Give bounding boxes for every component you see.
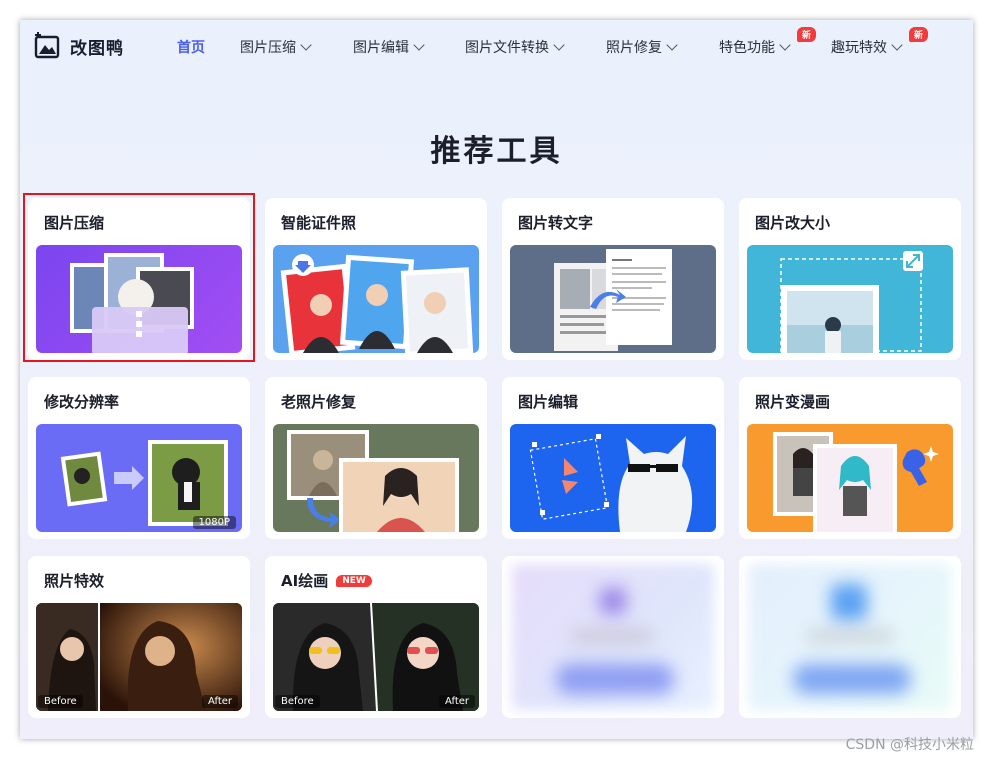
nav-file-convert[interactable]: 图片文件转换 <box>465 37 565 57</box>
new-tag: NEW <box>336 574 372 587</box>
tool-card-cartoon[interactable]: 照片变漫画 <box>739 377 961 539</box>
tool-card-resize[interactable]: 图片改大小 <box>739 198 961 360</box>
chevron-down-icon <box>891 39 903 51</box>
tool-card-ai-drawing[interactable]: AI绘画 NEW Before After <box>265 556 487 718</box>
card-title: 修改分辨率 <box>44 393 120 411</box>
nav-label: 特色功能 <box>719 40 775 56</box>
card-thumbnail <box>512 564 714 710</box>
card-title: AI绘画 NEW <box>281 570 372 591</box>
after-label: After <box>438 695 475 708</box>
new-badge: 新 <box>909 27 929 42</box>
card-thumbnail: 1080P <box>36 424 242 532</box>
nav-label: 图片压缩 <box>240 40 296 56</box>
card-thumbnail <box>749 564 951 710</box>
watermark: CSDN @科技小米粒 <box>845 737 974 753</box>
tool-card-image-to-text[interactable]: 图片转文字 <box>502 198 724 360</box>
card-thumbnail: Before After <box>273 603 479 711</box>
before-label: Before <box>275 695 320 708</box>
brand-name: 改图鸭 <box>70 38 124 59</box>
card-title: 老照片修复 <box>281 393 357 411</box>
nav-label: 照片修复 <box>606 40 662 56</box>
card-title: 图片编辑 <box>518 393 579 411</box>
card-thumbnail <box>510 424 716 532</box>
card-thumbnail <box>747 245 953 353</box>
after-label: After <box>201 695 238 708</box>
app-window: 改图鸭 首页 图片压缩 图片编辑 图片文件转换 照片修复 特色功能 新 趣玩特效 <box>20 20 973 739</box>
nav-special-features[interactable]: 特色功能 新 <box>719 27 817 57</box>
chevron-down-icon <box>779 39 791 51</box>
nav-label: 趣玩特效 <box>831 40 887 56</box>
card-thumbnail <box>273 245 479 353</box>
nav-fun-effects[interactable]: 趣玩特效 新 <box>831 27 929 57</box>
brand-logo[interactable]: 改图鸭 <box>34 32 124 60</box>
card-title: 图片转文字 <box>518 214 594 232</box>
nav-home[interactable]: 首页 <box>177 37 205 57</box>
nav-photo-repair[interactable]: 照片修复 <box>606 37 678 57</box>
card-thumbnail <box>510 245 716 353</box>
selection-highlight <box>23 193 255 362</box>
nav-label: 图片编辑 <box>353 40 409 56</box>
logo-icon <box>34 32 62 60</box>
tool-card-resolution[interactable]: 修改分辨率 1080P <box>28 377 250 539</box>
chevron-down-icon <box>413 39 425 51</box>
chevron-down-icon <box>553 39 565 51</box>
resolution-label: 1080P <box>192 516 236 529</box>
card-thumbnail: Before After <box>36 603 242 711</box>
card-title: 图片改大小 <box>755 214 831 232</box>
card-title: 智能证件照 <box>281 214 357 232</box>
tool-card-photo-effects[interactable]: 照片特效 Before After <box>28 556 250 718</box>
nav-image-compress[interactable]: 图片压缩 <box>240 37 312 57</box>
card-title: 照片变漫画 <box>755 393 831 411</box>
nav-image-edit[interactable]: 图片编辑 <box>353 37 425 57</box>
top-nav: 改图鸭 首页 图片压缩 图片编辑 图片文件转换 照片修复 特色功能 新 趣玩特效 <box>20 20 973 76</box>
tool-card-blurred-2[interactable] <box>739 556 961 718</box>
nav-label: 首页 <box>177 40 205 56</box>
card-title: 照片特效 <box>44 572 105 590</box>
tool-card-old-photo[interactable]: 老照片修复 <box>265 377 487 539</box>
tool-card-image-edit[interactable]: 图片编辑 <box>502 377 724 539</box>
section-title: 推荐工具 <box>430 134 563 169</box>
tool-card-id-photo[interactable]: 智能证件照 <box>265 198 487 360</box>
card-thumbnail <box>273 424 479 532</box>
new-badge: 新 <box>797 27 817 42</box>
chevron-down-icon <box>666 39 678 51</box>
card-thumbnail <box>747 424 953 532</box>
tool-card-blurred-1[interactable] <box>502 556 724 718</box>
before-label: Before <box>38 695 83 708</box>
chevron-down-icon <box>300 39 312 51</box>
nav-label: 图片文件转换 <box>465 40 549 56</box>
